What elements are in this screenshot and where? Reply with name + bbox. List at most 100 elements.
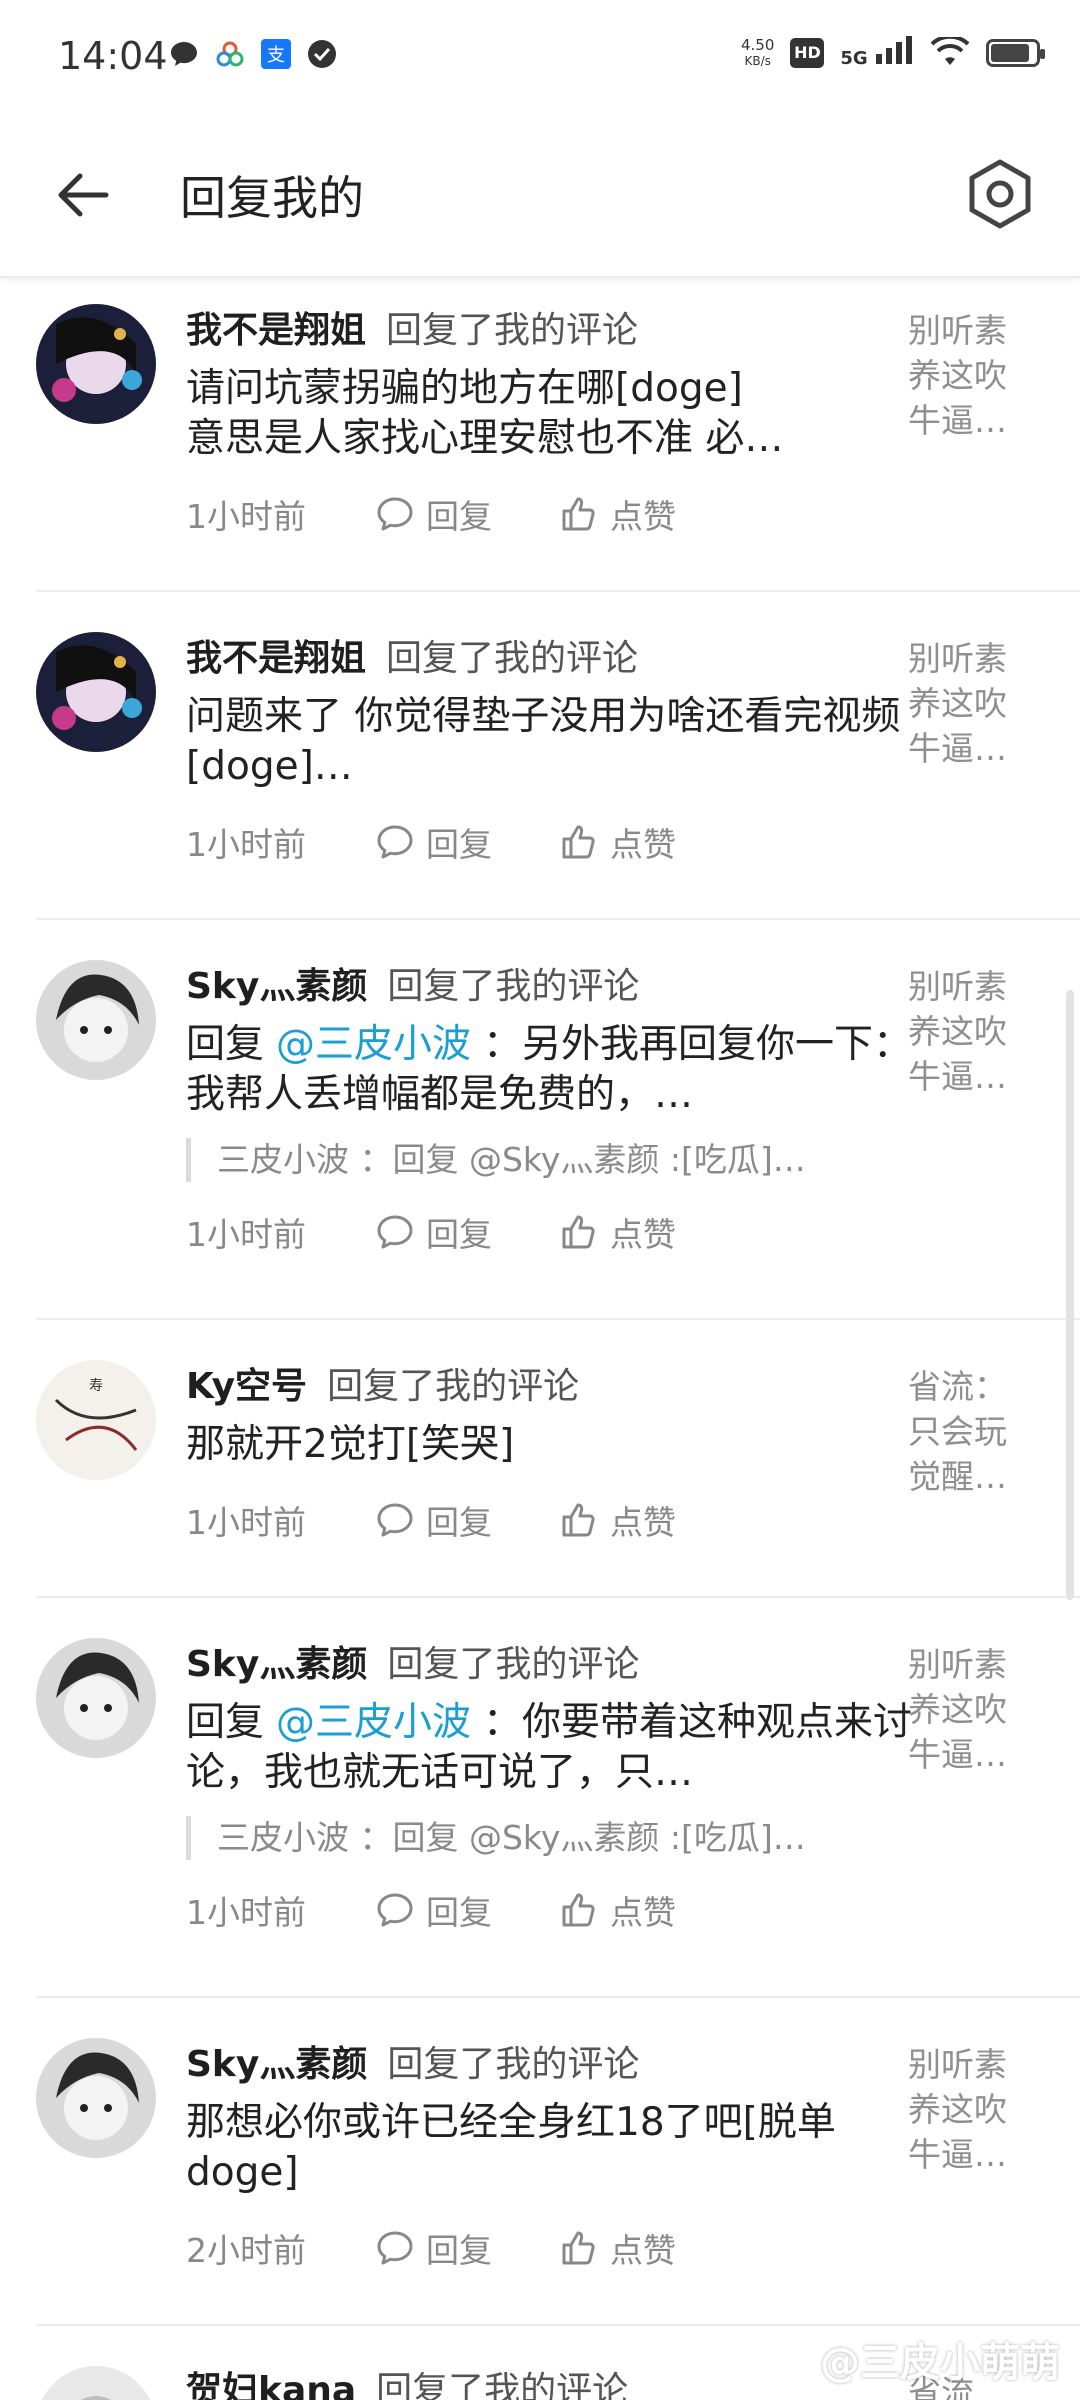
timestamp: 1小时前 (186, 1893, 306, 1932)
thumbs-up-icon (562, 2231, 595, 2265)
like-label: 点赞 (610, 2231, 676, 2270)
comment-text[interactable]: 回复 @三皮小波 ：你要带着这种观点来讨论，我也就无话可说了，只… (186, 1698, 916, 1798)
verified-icon (308, 40, 336, 68)
signal-bars-icon (876, 36, 912, 64)
wifi-icon (930, 36, 970, 65)
comment-icon (377, 1503, 413, 1537)
watermark: @三皮小萌萌 (820, 2340, 1060, 2386)
username[interactable]: Sky灬素颜 (186, 1644, 367, 1685)
like-label: 点赞 (610, 1503, 676, 1542)
settings-icon[interactable] (960, 154, 1040, 234)
original-comment[interactable]: 别听素养这吹牛逼… (908, 964, 1020, 1099)
original-comment[interactable]: 别听素养这吹牛逼… (908, 2042, 1020, 2177)
thumbs-up-icon (562, 497, 595, 531)
timestamp: 2小时前 (186, 2231, 306, 2270)
username[interactable]: 我不是翔姐 (186, 310, 366, 351)
thumbs-up-icon (562, 1893, 595, 1927)
reply-button[interactable]: 回复 (374, 490, 558, 538)
list-item[interactable]: Sky灬素颜 回复了我的评论 回复 @三皮小波 ：你要带着这种观点来讨论，我也就无话可… (36, 1598, 1080, 1998)
username[interactable]: 我不是翔姐 (186, 638, 366, 679)
list-item[interactable]: 我不是翔姐 回复了我的评论 请问坑蒙拐骗的地方在哪[doge] 意思是人家找心理安… (36, 278, 1080, 592)
username[interactable]: Ky空号 (186, 1366, 307, 1407)
mention-link[interactable]: @三皮小波 (276, 1022, 471, 1067)
reply-button[interactable]: 回复 (374, 2224, 558, 2272)
thumbs-up-icon (562, 825, 595, 859)
comment-icon (377, 1215, 413, 1249)
username[interactable]: Sky灬素颜 (186, 2044, 367, 2085)
avatar[interactable] (36, 960, 156, 1080)
quoted-comment[interactable]: 三皮小波 ：回复 @Sky灬素颜 :[吃瓜]… (186, 1816, 916, 1860)
like-button[interactable]: 点赞 (558, 490, 742, 538)
list-item[interactable]: Sky灬素颜 回复了我的评论 回复 @三皮小波 ：另外我再回复你一下：我帮人丢增幅都是… (36, 920, 1080, 1320)
comment-text[interactable]: 那想必你或许已经全身红18了吧[脱单doge] (186, 2098, 916, 2198)
reply-label: 回复 (426, 2231, 492, 2270)
hd-icon: HD (790, 37, 825, 68)
comment-text[interactable]: 那就开2觉打[笑哭] (186, 1420, 916, 1470)
avatar[interactable] (36, 632, 156, 752)
like-button[interactable]: 点赞 (558, 1496, 742, 1544)
timestamp: 1小时前 (186, 825, 306, 864)
status-bar: 14:04 支 4.50 KB/s HD 5G (0, 0, 1080, 110)
username[interactable]: Sky灬素颜 (186, 966, 367, 1007)
system-indicators: 4.50 KB/s HD 5G (741, 36, 1045, 69)
signal-label: 5G (840, 48, 868, 69)
username[interactable]: 贺妇kana (186, 2370, 356, 2400)
net-speed: 4.50 KB/s (741, 37, 774, 69)
comment-icon (377, 1893, 413, 1927)
mention-link[interactable]: @三皮小波 (276, 1700, 471, 1745)
reply-label: 回复 (426, 1215, 492, 1254)
original-comment[interactable]: 别听素养这吹牛逼… (908, 308, 1020, 443)
message-icon (171, 42, 197, 66)
avatar[interactable]: 寿 (36, 1360, 156, 1480)
net-speed-unit: KB/s (744, 53, 771, 68)
action-text: 回复了我的评论 (387, 1644, 640, 1685)
comment-icon (377, 825, 413, 859)
like-label: 点赞 (610, 825, 676, 864)
quoted-comment[interactable]: 三皮小波 ：回复 @Sky灬素颜 :[吃瓜]… (186, 1138, 916, 1182)
like-button[interactable]: 点赞 (558, 1886, 742, 1934)
app-icon (216, 41, 244, 67)
action-text: 回复了我的评论 (327, 1366, 580, 1407)
reply-prefix: 回复 (186, 1700, 265, 1745)
scrollbar[interactable] (1066, 990, 1074, 1600)
list-item[interactable]: 寿 Ky空号 回复了我的评论 那就开2觉打[笑哭] 1小时前 回复 点赞 省流：只… (36, 1320, 1080, 1598)
list-item[interactable]: Sky灬素颜 回复了我的评论 那想必你或许已经全身红18了吧[脱单doge] 2小… (36, 1998, 1080, 2326)
thumbs-up-icon (562, 1503, 595, 1537)
comment-text[interactable]: 请问坑蒙拐骗的地方在哪[doge] 意思是人家找心理安慰也不准 必… (186, 364, 916, 464)
avatar[interactable] (36, 304, 156, 424)
original-comment[interactable]: 省流：只会玩觉醒… (908, 1364, 1020, 1499)
svg-text:支: 支 (267, 45, 285, 66)
back-arrow-icon[interactable] (48, 160, 118, 230)
battery-icon (986, 38, 1045, 67)
reply-button[interactable]: 回复 (374, 1886, 558, 1934)
action-text: 回复了我的评论 (386, 310, 639, 351)
avatar[interactable] (36, 2366, 156, 2400)
like-label: 点赞 (610, 497, 676, 536)
alipay-icon: 支 (261, 39, 291, 69)
page-title: 回复我的 (180, 171, 364, 225)
avatar[interactable] (36, 2038, 156, 2158)
net-speed-value: 4.50 (741, 35, 775, 54)
reply-prefix: 回复 (186, 1022, 265, 1067)
like-label: 点赞 (610, 1893, 676, 1932)
comment-text[interactable]: 回复 @三皮小波 ：另外我再回复你一下：我帮人丢增幅都是免费的，… (186, 1020, 916, 1120)
thumbs-up-icon (562, 1215, 595, 1249)
like-button[interactable]: 点赞 (558, 1208, 742, 1256)
timestamp: 1小时前 (186, 1215, 306, 1254)
original-comment[interactable]: 别听素养这吹牛逼… (908, 636, 1020, 771)
reply-button[interactable]: 回复 (374, 1208, 558, 1256)
original-comment[interactable]: 别听素养这吹牛逼… (908, 1642, 1020, 1777)
reply-label: 回复 (426, 1503, 492, 1542)
comment-text[interactable]: 问题来了 你觉得垫子没用为啥还看完视频[doge]… (186, 692, 916, 792)
avatar[interactable] (36, 1638, 156, 1758)
status-time: 14:04 (58, 34, 168, 78)
reply-label: 回复 (426, 1893, 492, 1932)
notification-icons: 支 (168, 38, 338, 70)
reply-button[interactable]: 回复 (374, 818, 558, 866)
like-button[interactable]: 点赞 (558, 818, 742, 866)
reply-button[interactable]: 回复 (374, 1496, 558, 1544)
app-header: 回复我的 (0, 110, 1080, 278)
like-button[interactable]: 点赞 (558, 2224, 742, 2272)
list-item[interactable]: 我不是翔姐 回复了我的评论 问题来了 你觉得垫子没用为啥还看完视频[doge]… … (36, 592, 1080, 920)
timestamp: 1小时前 (186, 1503, 306, 1542)
